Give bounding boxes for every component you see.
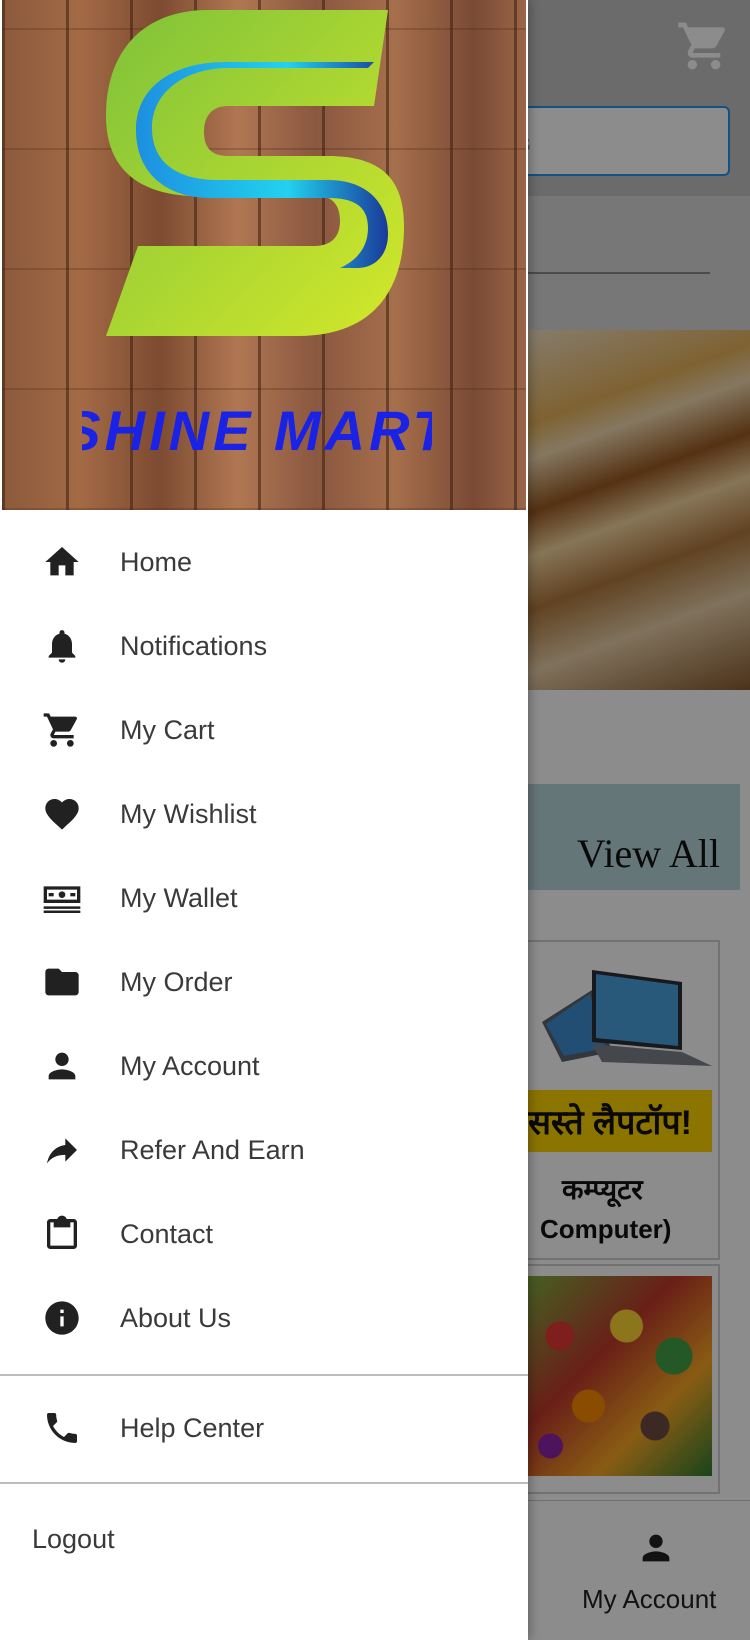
menu-item-label: Refer And Earn [120,1134,305,1165]
menu-item-label: My Order [120,966,233,997]
divider [0,1374,528,1376]
brand-text: SHINE MART [82,399,432,462]
info-icon [42,1298,82,1338]
menu-item-my-account[interactable]: My Account [0,1024,528,1108]
divider [0,1482,528,1484]
menu-item-my-cart[interactable]: My Cart [0,688,528,772]
menu-item-notifications[interactable]: Notifications [0,604,528,688]
cart-icon [42,710,82,750]
phone-icon [42,1408,82,1448]
menu-item-label: Home [120,546,193,577]
menu-item-label: Contact [120,1218,214,1249]
person-icon [42,1046,82,1086]
brand-wordmark: SHINE MART [82,399,432,462]
menu-item-label: My Wallet [120,882,238,913]
menu-item-label: Notifications [120,630,268,661]
menu-item-label: My Account [120,1050,260,1081]
clipboard-icon [42,1214,82,1254]
menu-item-label: My Wishlist [120,798,257,829]
shine-mart-logo-icon [106,10,404,336]
share-icon [42,1130,82,1170]
menu-item-about-us[interactable]: About Us [0,1276,528,1360]
menu-item-my-wallet[interactable]: My Wallet [0,856,528,940]
logout-button[interactable]: Logout [32,1524,115,1555]
home-icon [42,542,82,582]
menu-item-my-wishlist[interactable]: My Wishlist [0,772,528,856]
menu-item-label: Help Center [120,1412,265,1443]
navigation-drawer: SHINE MART Home Notifications My Cart My… [0,0,528,1640]
wallet-icon [42,878,82,918]
menu-item-label: About Us [120,1302,232,1333]
drawer-menu: Home Notifications My Cart My Wishlist M… [0,520,528,1360]
menu-item-my-order[interactable]: My Order [0,940,528,1024]
bell-icon [42,626,82,666]
heart-icon [42,794,82,834]
menu-item-home[interactable]: Home [0,520,528,604]
menu-item-refer-and-earn[interactable]: Refer And Earn [0,1108,528,1192]
drawer-header: SHINE MART [2,0,526,510]
folder-icon [42,962,82,1002]
menu-item-label: My Cart [120,714,215,745]
menu-item-contact[interactable]: Contact [0,1192,528,1276]
menu-item-help-center[interactable]: Help Center [0,1386,528,1470]
